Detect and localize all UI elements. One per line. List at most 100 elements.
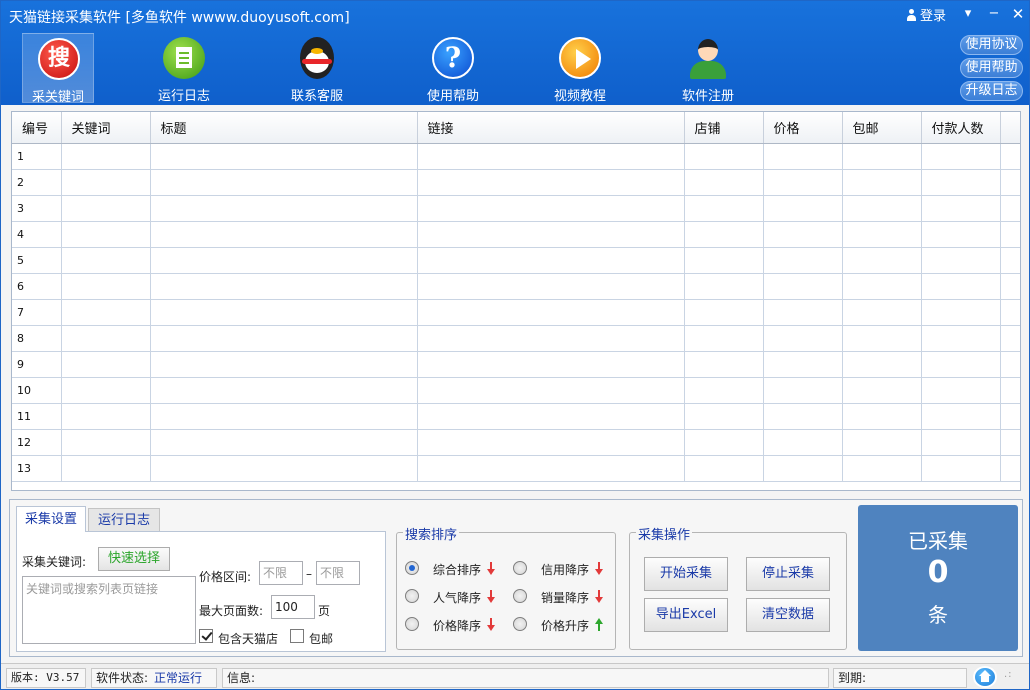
sort-option-label[interactable]: 价格升序 <box>541 617 589 634</box>
column-header[interactable]: 包邮 <box>842 112 922 144</box>
table-cell[interactable] <box>684 429 764 456</box>
table-cell[interactable] <box>684 169 764 196</box>
row-number-cell[interactable]: 11 <box>12 403 62 430</box>
column-header[interactable]: 编号 <box>12 112 62 144</box>
table-cell[interactable] <box>61 143 151 170</box>
table-cell[interactable] <box>150 351 418 378</box>
price-min-input[interactable]: 不限 <box>259 561 303 585</box>
table-row[interactable]: 13 <box>12 455 1020 482</box>
toolbar-video-tutorial[interactable]: 视频教程 <box>544 33 616 104</box>
table-cell[interactable] <box>150 221 418 248</box>
table-cell[interactable] <box>921 351 1001 378</box>
table-cell[interactable] <box>417 325 685 352</box>
row-number-cell[interactable]: 1 <box>12 143 62 170</box>
row-number-cell[interactable]: 2 <box>12 169 62 196</box>
close-icon[interactable]: ✕ <box>1009 5 1027 23</box>
table-cell[interactable] <box>921 299 1001 326</box>
sort-option-label[interactable]: 销量降序 <box>541 589 589 606</box>
table-cell[interactable] <box>763 325 843 352</box>
table-cell[interactable] <box>763 143 843 170</box>
column-header[interactable]: 付款人数 <box>921 112 1001 144</box>
row-number-cell[interactable]: 12 <box>12 429 62 456</box>
clear-data-button[interactable]: 清空数据 <box>746 598 830 632</box>
free-shipping-label[interactable]: 包邮 <box>309 630 333 647</box>
table-cell[interactable] <box>417 273 685 300</box>
column-header[interactable]: 关键词 <box>61 112 151 144</box>
include-tmall-checkbox[interactable] <box>199 629 213 643</box>
table-cell[interactable] <box>921 403 1001 430</box>
column-header[interactable]: 店铺 <box>684 112 764 144</box>
table-cell[interactable] <box>684 221 764 248</box>
table-cell[interactable] <box>921 221 1001 248</box>
table-cell[interactable] <box>842 195 922 222</box>
table-cell[interactable] <box>150 273 418 300</box>
table-cell[interactable] <box>921 429 1001 456</box>
table-cell[interactable] <box>150 429 418 456</box>
table-cell[interactable] <box>763 403 843 430</box>
upgrade-log-button[interactable]: 升级日志 <box>960 81 1023 101</box>
sort-radio[interactable] <box>513 589 527 603</box>
table-cell[interactable] <box>150 377 418 404</box>
keyword-input[interactable]: 关键词或搜索列表页链接 <box>22 576 196 644</box>
table-cell[interactable] <box>842 143 922 170</box>
table-row[interactable]: 8 <box>12 325 1020 352</box>
sort-option-label[interactable]: 信用降序 <box>541 561 589 578</box>
table-cell[interactable] <box>417 351 685 378</box>
toolbar-collect-keywords[interactable]: 搜 采关键词 <box>22 33 94 105</box>
table-row[interactable]: 12 <box>12 429 1020 456</box>
table-row[interactable]: 5 <box>12 247 1020 274</box>
table-cell[interactable] <box>684 273 764 300</box>
table-cell[interactable] <box>417 169 685 196</box>
table-row[interactable]: 6 <box>12 273 1020 300</box>
table-cell[interactable] <box>921 325 1001 352</box>
table-row[interactable]: 11 <box>12 403 1020 430</box>
table-cell[interactable] <box>763 221 843 248</box>
table-row[interactable]: 3 <box>12 195 1020 222</box>
table-cell[interactable] <box>684 195 764 222</box>
table-cell[interactable] <box>150 299 418 326</box>
sort-radio[interactable] <box>405 617 419 631</box>
table-cell[interactable] <box>842 247 922 274</box>
table-cell[interactable] <box>61 247 151 274</box>
sort-option-label[interactable]: 综合排序 <box>433 561 481 578</box>
table-cell[interactable] <box>61 429 151 456</box>
column-header[interactable]: 标题 <box>150 112 418 144</box>
table-cell[interactable] <box>150 143 418 170</box>
price-max-input[interactable]: 不限 <box>316 561 360 585</box>
sort-option-label[interactable]: 人气降序 <box>433 589 481 606</box>
tab-collect-settings[interactable]: 采集设置 <box>16 506 86 532</box>
table-cell[interactable] <box>684 299 764 326</box>
table-cell[interactable] <box>763 169 843 196</box>
table-cell[interactable] <box>684 377 764 404</box>
table-cell[interactable] <box>61 299 151 326</box>
table-cell[interactable] <box>684 143 764 170</box>
minimize-icon[interactable]: − <box>985 5 1003 23</box>
table-row[interactable]: 9 <box>12 351 1020 378</box>
table-cell[interactable] <box>61 351 151 378</box>
table-cell[interactable] <box>763 351 843 378</box>
toolbar-help[interactable]: ? 使用帮助 <box>417 33 489 104</box>
row-number-cell[interactable]: 3 <box>12 195 62 222</box>
table-cell[interactable] <box>763 273 843 300</box>
row-number-cell[interactable]: 4 <box>12 221 62 248</box>
table-cell[interactable] <box>150 403 418 430</box>
row-number-cell[interactable]: 6 <box>12 273 62 300</box>
row-number-cell[interactable]: 9 <box>12 351 62 378</box>
table-cell[interactable] <box>842 403 922 430</box>
table-cell[interactable] <box>417 143 685 170</box>
table-cell[interactable] <box>61 403 151 430</box>
table-cell[interactable] <box>763 299 843 326</box>
table-cell[interactable] <box>684 351 764 378</box>
table-cell[interactable] <box>150 247 418 274</box>
stop-collect-button[interactable]: 停止采集 <box>746 557 830 591</box>
sort-radio[interactable] <box>513 561 527 575</box>
quick-select-button[interactable]: 快速选择 <box>98 547 170 571</box>
start-collect-button[interactable]: 开始采集 <box>644 557 728 591</box>
table-cell[interactable] <box>150 195 418 222</box>
max-pages-input[interactable]: 100 <box>271 595 315 619</box>
table-cell[interactable] <box>921 143 1001 170</box>
login-button[interactable]: 登录 <box>906 5 946 24</box>
sort-radio[interactable] <box>513 617 527 631</box>
resize-grip-icon[interactable]: .: <box>1004 670 1022 688</box>
table-cell[interactable] <box>842 221 922 248</box>
